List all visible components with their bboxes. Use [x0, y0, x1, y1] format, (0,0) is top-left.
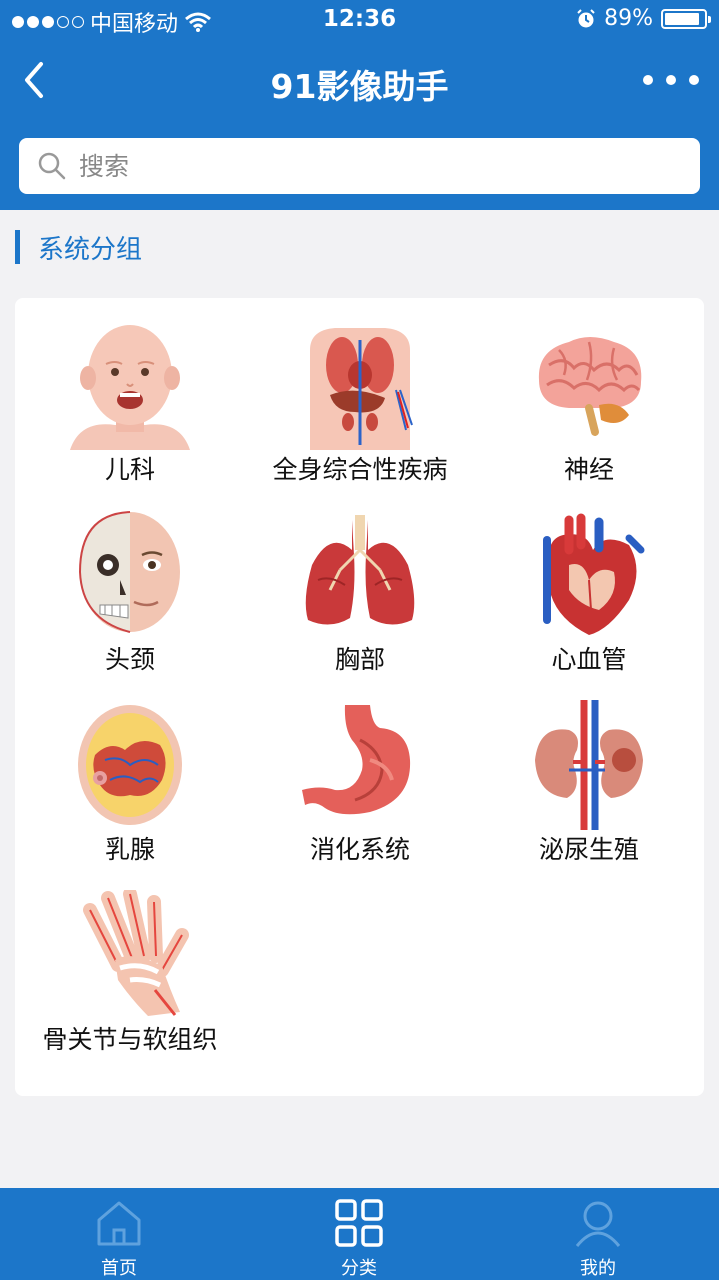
category-pediatrics[interactable]: 儿科 [15, 298, 245, 488]
category-label: 头颈 [104, 645, 155, 674]
stomach-icon [302, 705, 411, 815]
category-urogenital[interactable]: 泌尿生殖 [474, 678, 704, 868]
status-bar: 中国移动 12:36 89% [0, 0, 719, 40]
body-organs-icon [310, 328, 413, 450]
hand-bones-icon [83, 890, 189, 1016]
category-cardiovascular[interactable]: 心血管 [474, 488, 704, 678]
category-label: 心血管 [551, 645, 627, 674]
category-label: 神经 [563, 455, 614, 484]
tab-label: 我的 [580, 1258, 616, 1279]
breast-icon [78, 705, 182, 825]
category-head-neck[interactable]: 头颈 [15, 488, 245, 678]
tab-home[interactable]: 首页 [59, 1188, 179, 1280]
category-label: 胸部 [334, 645, 385, 674]
child-face-icon [70, 325, 190, 450]
battery-percent: 89% [604, 6, 653, 31]
more-dot [666, 75, 676, 85]
grid-icon [335, 1199, 383, 1247]
tab-bar: 首页 分类 我的 [0, 1188, 719, 1280]
more-dot [643, 75, 653, 85]
search-bar[interactable] [19, 138, 700, 194]
user-icon [575, 1201, 621, 1247]
brain-icon [538, 337, 642, 436]
status-right: 89% [576, 6, 711, 31]
page-title: 91影像助手 [270, 67, 449, 106]
section-accent-bar [15, 230, 20, 264]
section-title: 系统分组 [38, 234, 143, 265]
tab-mine[interactable]: 我的 [538, 1188, 658, 1280]
category-label: 儿科 [104, 455, 155, 484]
nav-bar: 91影像助手 [0, 40, 719, 124]
home-icon [97, 1201, 141, 1246]
section-header: 系统分组 [15, 228, 142, 266]
category-label: 泌尿生殖 [538, 835, 639, 864]
tab-label: 首页 [101, 1258, 137, 1279]
category-breast[interactable]: 乳腺 [15, 678, 245, 868]
search-icon [38, 152, 66, 180]
category-chest[interactable]: 胸部 [245, 488, 475, 678]
category-digestive[interactable]: 消化系统 [245, 678, 475, 868]
category-label: 骨关节与软组织 [42, 1025, 218, 1054]
category-label: 全身综合性疾病 [272, 455, 448, 484]
search-input[interactable] [79, 151, 639, 181]
category-systemic-disease[interactable]: 全身综合性疾病 [245, 298, 475, 488]
more-button[interactable] [643, 62, 699, 98]
kidney-icon [535, 700, 643, 830]
more-dot [689, 75, 699, 85]
category-neurology[interactable]: 神经 [474, 298, 704, 488]
tab-category[interactable]: 分类 [299, 1188, 419, 1280]
category-label: 消化系统 [309, 835, 410, 864]
category-musculoskeletal[interactable]: 骨关节与软组织 [15, 868, 245, 1058]
heart-icon [543, 513, 645, 635]
battery-icon [661, 8, 711, 29]
alarm-icon [577, 8, 595, 27]
tab-label: 分类 [341, 1258, 377, 1279]
category-label: 乳腺 [104, 835, 155, 864]
header: 中国移动 12:36 89% 91影像助手 [0, 0, 719, 210]
head-skull-icon [78, 511, 180, 633]
category-grid: 儿科 全身综合性疾病 神经 头颈 胸部 心血管 乳腺 消化系统 泌尿生殖 骨关节… [15, 298, 704, 1096]
lungs-icon [305, 515, 415, 625]
